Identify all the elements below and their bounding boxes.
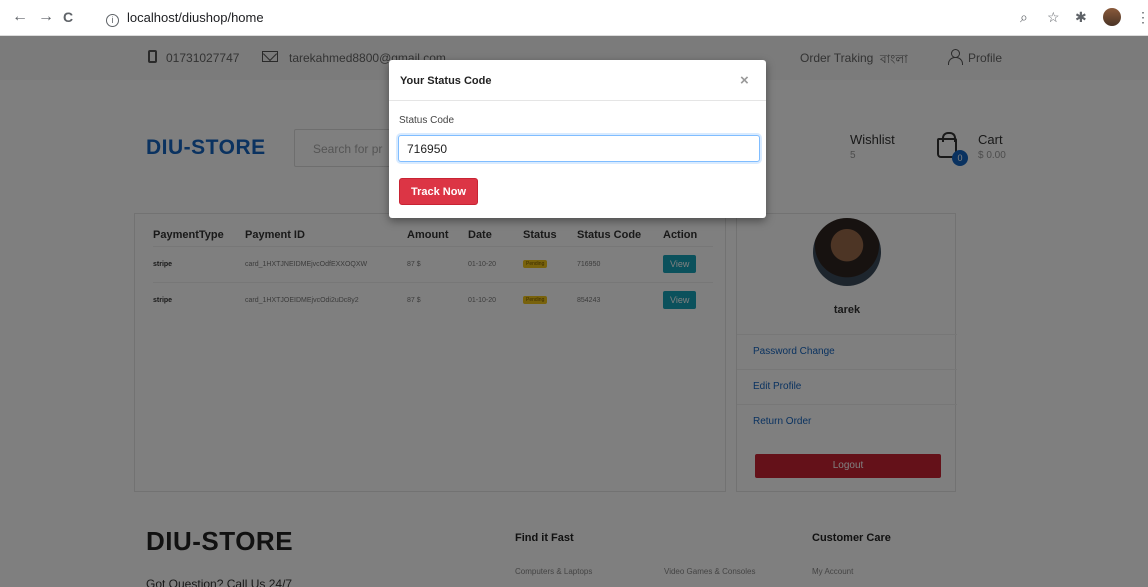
site-info-icon[interactable]: i (106, 14, 119, 27)
modal-header: Your Status Code × (389, 60, 766, 101)
browser-toolbar: ← → C i localhost/diushop/home ⌕ ☆ ✱ ⋮ (0, 0, 1148, 36)
status-code-label: Status Code (399, 115, 455, 126)
url-text: localhost/diushop/home (127, 10, 264, 25)
zoom-icon[interactable]: ⌕ (1020, 10, 1028, 24)
track-now-button[interactable]: Track Now (399, 178, 478, 205)
address-bar[interactable]: i localhost/diushop/home (106, 7, 1106, 29)
status-code-input[interactable] (398, 135, 760, 162)
reload-icon[interactable]: C (63, 8, 73, 26)
modal-title: Your Status Code (400, 75, 492, 87)
forward-icon[interactable]: → (38, 8, 54, 26)
back-icon[interactable]: ← (12, 8, 28, 26)
close-icon[interactable]: × (740, 73, 749, 88)
bookmark-star-icon[interactable]: ☆ (1047, 10, 1060, 24)
extensions-icon[interactable]: ✱ (1075, 10, 1087, 24)
browser-profile-avatar[interactable] (1103, 8, 1121, 26)
status-code-modal: Your Status Code × Status Code Track Now (389, 60, 766, 218)
browser-menu-icon[interactable]: ⋮ (1136, 10, 1148, 24)
